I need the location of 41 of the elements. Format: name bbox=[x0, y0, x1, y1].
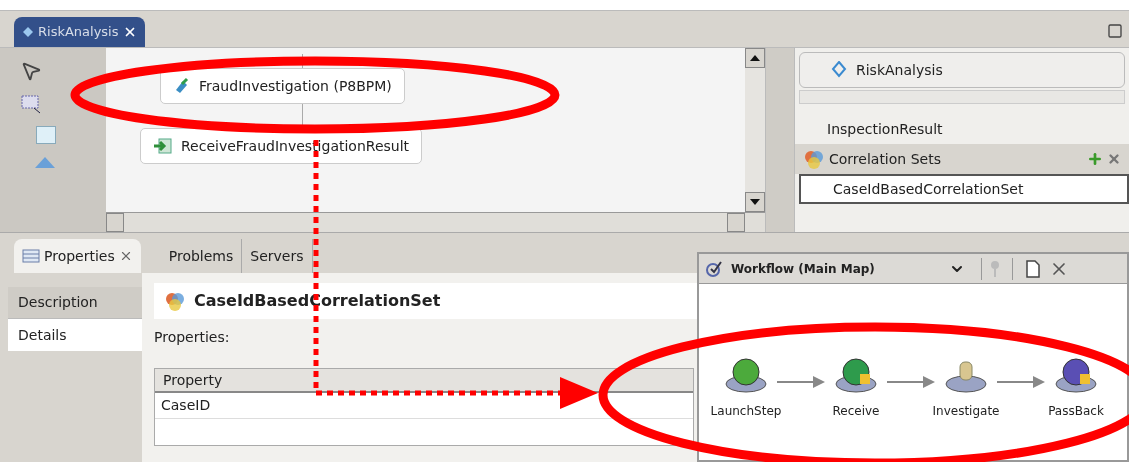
maximize-icon[interactable] bbox=[1107, 23, 1123, 39]
view-tab[interactable]: Properties bbox=[14, 239, 141, 273]
horizontal-scrollbar[interactable] bbox=[106, 212, 765, 232]
step-label: Receive bbox=[832, 403, 880, 420]
table-icon bbox=[22, 249, 40, 263]
circles-icon bbox=[803, 148, 825, 170]
remove-icon[interactable] bbox=[1107, 152, 1121, 166]
column-header[interactable]: Property bbox=[155, 369, 231, 391]
down-arrow-icon[interactable] bbox=[750, 199, 760, 205]
pointer-icon[interactable] bbox=[20, 60, 42, 82]
process-icon bbox=[830, 61, 848, 79]
flow-arrow bbox=[997, 376, 1045, 388]
triangle-tool-icon[interactable] bbox=[34, 156, 56, 168]
outline-item[interactable]: CaseIdBasedCorrelationSet bbox=[799, 174, 1129, 204]
section-label: Properties: bbox=[154, 328, 231, 347]
side-tab[interactable]: Description bbox=[8, 287, 142, 319]
page-icon[interactable] bbox=[1025, 259, 1041, 278]
up-arrow-icon[interactable] bbox=[750, 55, 760, 61]
add-icon[interactable] bbox=[1087, 151, 1103, 167]
process-node[interactable]: FraudInvestigation (P8BPM) bbox=[160, 68, 405, 104]
flow-arrow bbox=[777, 376, 825, 388]
outline-item[interactable]: Correlation Sets bbox=[795, 144, 1129, 174]
diamond-icon bbox=[22, 26, 34, 38]
step-label: Investigate bbox=[932, 403, 1000, 420]
editor-tab[interactable]: RiskAnalysis bbox=[14, 17, 145, 47]
side-tab[interactable]: Details bbox=[8, 319, 142, 351]
outline-header-button[interactable]: RiskAnalysis bbox=[799, 52, 1125, 88]
properties-title: CaseIdBasedCorrelationSet bbox=[194, 290, 441, 312]
marquee-icon[interactable] bbox=[20, 94, 42, 114]
arrow-box-icon bbox=[153, 137, 173, 155]
rectangle-tool-icon[interactable] bbox=[36, 126, 56, 144]
flow-arrow bbox=[887, 376, 935, 388]
diamond-arrows-icon bbox=[173, 77, 191, 95]
table-cell-text: CaseID bbox=[160, 396, 212, 415]
check-circle-icon bbox=[705, 259, 723, 278]
step-label: LaunchStep bbox=[710, 403, 782, 420]
step-label: PassBack bbox=[1048, 403, 1104, 420]
window-title: Workflow (Main Map) bbox=[731, 260, 876, 278]
vertical-scrollbar[interactable] bbox=[745, 48, 765, 212]
outline-item[interactable]: InspectionResult bbox=[795, 114, 1129, 144]
circles-icon bbox=[164, 290, 186, 312]
